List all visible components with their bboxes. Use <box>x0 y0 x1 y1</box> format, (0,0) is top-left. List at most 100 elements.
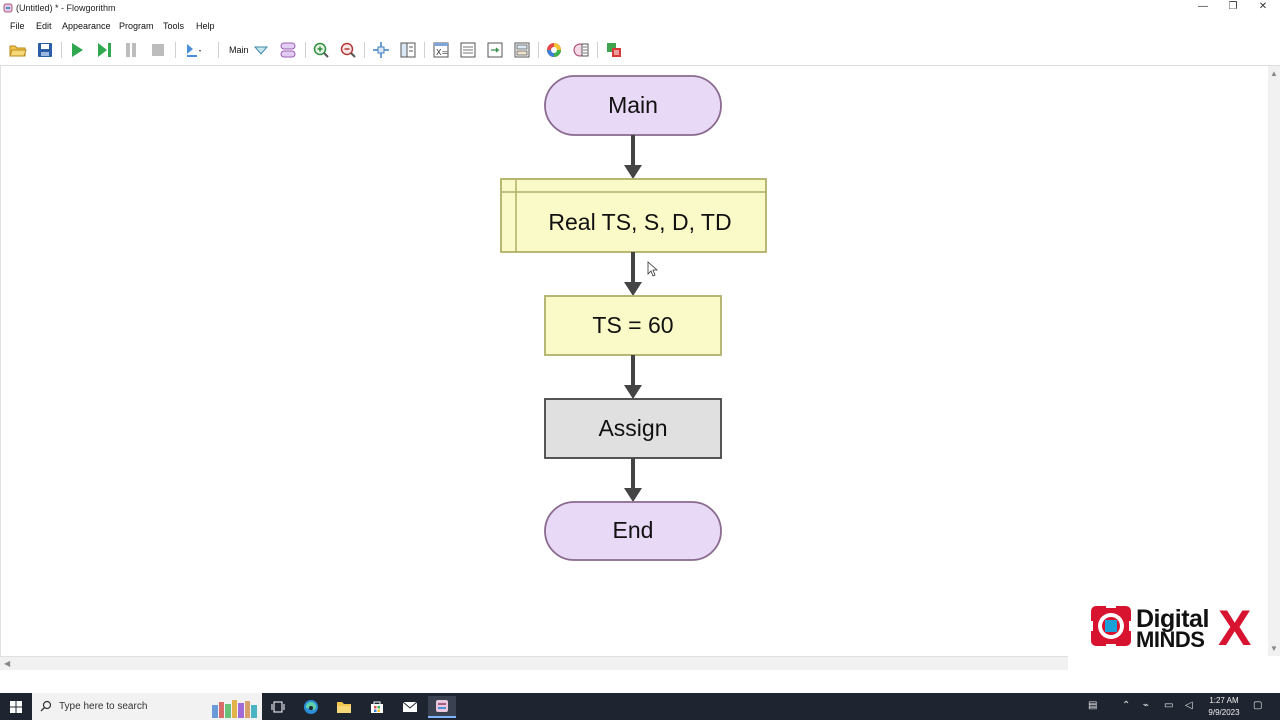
function-selector[interactable]: Main <box>229 45 249 55</box>
toolbar-separator <box>597 42 598 58</box>
start-button[interactable] <box>0 693 32 720</box>
step-button[interactable] <box>93 39 115 61</box>
notifications-icon[interactable]: ▢ <box>1253 700 1262 711</box>
close-button[interactable]: ✕ <box>1248 0 1278 16</box>
pause-button[interactable] <box>120 39 142 61</box>
menu-help[interactable]: Help <box>196 21 215 31</box>
run-icon <box>72 43 83 57</box>
mouse-cursor-icon <box>647 261 659 277</box>
menu-edit[interactable]: Edit <box>36 21 52 31</box>
chart-icon <box>514 42 530 58</box>
show-hidden-icons-icon[interactable]: ⌃ <box>1122 700 1130 711</box>
search-placeholder: Type here to search <box>59 701 148 712</box>
clock-date: 9/9/2023 <box>1208 708 1240 717</box>
file-explorer-button[interactable] <box>330 696 358 718</box>
logo-text-minds: MINDS <box>1136 627 1205 652</box>
clock-time: 1:27 AM <box>1209 696 1239 705</box>
chart-button[interactable] <box>511 39 533 61</box>
taskbar-search-box[interactable]: Type here to search <box>32 693 262 720</box>
layout-button[interactable] <box>370 39 392 61</box>
layout-icon <box>373 42 389 58</box>
assign-placeholder-label: Assign <box>598 415 667 441</box>
network-icon[interactable]: ▭ <box>1164 700 1173 711</box>
toolbar-separator <box>61 42 62 58</box>
save-icon <box>38 43 52 57</box>
zoom-out-icon <box>340 42 356 58</box>
save-button[interactable] <box>34 39 56 61</box>
scroll-left-icon[interactable]: ◀ <box>4 659 10 668</box>
run-speed-icon <box>187 44 201 57</box>
usb-icon[interactable]: ⌁ <box>1143 700 1149 711</box>
variable-watch-button[interactable] <box>397 39 419 61</box>
stop-button[interactable] <box>147 39 169 61</box>
open-button[interactable] <box>7 39 29 61</box>
logo-x-mark: X <box>1218 600 1252 656</box>
zoom-out-button[interactable] <box>337 39 359 61</box>
digital-minds-emblem-icon <box>1088 603 1134 649</box>
window-title: (Untitled) * - Flowgorithm <box>16 3 116 13</box>
connector-arrow[interactable] <box>624 135 642 179</box>
flowchart: Main Real TS, S, D, TD TS = 60 Assign En… <box>500 75 767 561</box>
variable-watch-icon <box>400 42 416 58</box>
flowchart-canvas[interactable]: Main Real TS, S, D, TD TS = 60 Assign En… <box>0 66 1268 656</box>
console-icon: X= <box>433 42 449 58</box>
function-dropdown-icon <box>253 46 269 55</box>
assign-block[interactable]: TS = 60 <box>544 295 722 356</box>
console-button[interactable]: X= <box>430 39 452 61</box>
task-view-button[interactable] <box>264 696 292 718</box>
toolbar-separator <box>364 42 365 58</box>
search-highlight-books-icon <box>212 700 257 718</box>
svg-text:X=: X= <box>436 48 448 57</box>
task-view-icon <box>271 701 285 713</box>
zoom-in-button[interactable] <box>310 39 332 61</box>
scroll-up-icon[interactable]: ▲ <box>1270 69 1278 78</box>
flowgorithm-window: (Untitled) * - Flowgorithm — ❐ ✕ File Ed… <box>0 0 1280 720</box>
store-button[interactable] <box>363 696 391 718</box>
manage-functions-button[interactable] <box>277 39 299 61</box>
edge-browser-button[interactable] <box>297 696 325 718</box>
color-icon <box>547 43 561 57</box>
mail-button[interactable] <box>396 696 424 718</box>
run-speed-button[interactable] <box>182 39 204 61</box>
style-button[interactable] <box>570 39 592 61</box>
flowgorithm-taskbar-button[interactable] <box>428 696 456 718</box>
menu-file[interactable]: File <box>10 21 25 31</box>
toolbar-separator <box>538 42 539 58</box>
connector-arrow[interactable] <box>624 458 642 502</box>
toolbar-separator <box>305 42 306 58</box>
style-icon <box>573 43 589 57</box>
volume-icon[interactable]: ◁ <box>1185 700 1193 711</box>
source-code-button[interactable] <box>457 39 479 61</box>
language-icon <box>607 43 621 57</box>
run-button[interactable] <box>66 39 88 61</box>
assign-block-label: TS = 60 <box>592 312 673 338</box>
declare-block[interactable]: Real TS, S, D, TD <box>500 178 767 253</box>
output-button[interactable] <box>484 39 506 61</box>
minimize-button[interactable]: — <box>1188 0 1218 16</box>
file-explorer-icon <box>337 702 351 713</box>
menu-tools[interactable]: Tools <box>163 21 184 31</box>
language-button[interactable] <box>603 39 625 61</box>
function-dropdown-button[interactable] <box>250 39 272 61</box>
assign-placeholder-block[interactable]: Assign <box>544 398 722 459</box>
end-terminal[interactable]: End <box>544 501 722 561</box>
scroll-down-icon[interactable]: ▼ <box>1270 644 1278 653</box>
vertical-scrollbar[interactable]: ▲ ▼ <box>1268 66 1280 656</box>
open-folder-icon <box>9 45 27 57</box>
start-terminal[interactable]: Main <box>544 75 722 136</box>
connector-arrow[interactable] <box>624 355 642 399</box>
windows-logo-icon <box>10 700 22 713</box>
zoom-in-icon <box>313 42 329 58</box>
menu-appearance[interactable]: Appearance <box>62 21 111 31</box>
start-terminal-label: Main <box>608 92 658 118</box>
connector-arrow[interactable] <box>624 252 642 296</box>
flowgorithm-app-icon <box>3 3 13 13</box>
restore-button[interactable]: ❐ <box>1218 0 1248 16</box>
step-icon <box>98 43 111 57</box>
menu-bar: File Edit Appearance Program Tools Help <box>0 17 1280 34</box>
color-button[interactable] <box>543 39 565 61</box>
keyboard-icon[interactable]: ▤ <box>1088 700 1097 711</box>
menu-program[interactable]: Program <box>119 21 154 31</box>
search-icon <box>40 700 52 712</box>
system-clock[interactable]: 1:27 AM 9/9/2023 <box>1204 695 1244 719</box>
